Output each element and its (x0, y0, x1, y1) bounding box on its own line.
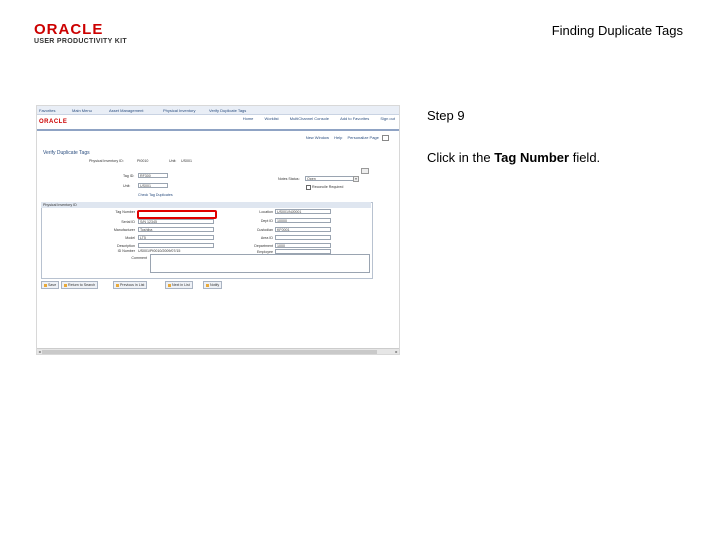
reconcile-label: Reconcile Required (312, 185, 344, 189)
notes-status-select[interactable]: Open (305, 176, 357, 181)
inv-id-value: PI0010 (137, 159, 149, 163)
scrollbar-thumb[interactable] (42, 349, 377, 354)
unit-field[interactable]: US001 (138, 183, 168, 188)
step-instruction: Click in the Tag Number field. (427, 150, 600, 165)
model-field[interactable]: LT5 (138, 235, 214, 240)
new-window-link[interactable]: New Window (306, 135, 329, 140)
top-link[interactable]: Sign out (380, 116, 395, 121)
field-label: Model (125, 236, 135, 240)
tag-id-field[interactable]: RF300 (138, 173, 168, 178)
oracle-upk-logo: ORACLE USER PRODUCTIVITY KIT (34, 22, 127, 45)
comment-label: Comment (131, 256, 147, 260)
previous-in-list-button[interactable]: Previous in List (113, 281, 148, 289)
notify-icon (206, 283, 209, 287)
inv-id-label: Physical Inventory ID: (89, 159, 124, 163)
collapse-button[interactable] (361, 168, 369, 174)
instruction-prefix: Click in the (427, 150, 495, 165)
id-number-value: US001/PI0010/2009/07/15 (138, 249, 181, 253)
return-icon (64, 283, 67, 287)
department-field[interactable]: 1000 (275, 243, 331, 248)
app-oracle-logo: ORACLE (39, 119, 68, 125)
next-label: Next in List (172, 283, 190, 287)
step-number: Step 9 (427, 108, 465, 123)
field-label: Tag Number (115, 210, 135, 214)
chevron-down-icon[interactable]: ▼ (353, 176, 359, 182)
field-label: Dept ID (260, 219, 273, 223)
reconcile-checkbox[interactable] (306, 185, 311, 190)
return-label: Return to Search (68, 283, 96, 287)
notes-status-label: Notes Status: (278, 177, 300, 181)
save-label: Save (48, 283, 57, 287)
field-label: Department (254, 244, 273, 248)
manufacturer-field[interactable]: Toshiba (138, 227, 214, 232)
instruction-bold: Tag Number (494, 150, 570, 165)
group-header: Physical Inventory ID (41, 202, 371, 208)
personalize-link[interactable]: Personalize Page (348, 135, 379, 140)
unit-label: Unit: (123, 184, 131, 188)
field-label: Location (259, 210, 273, 214)
field-label: ID Number (117, 249, 135, 253)
page-icon[interactable] (382, 135, 389, 141)
app-header: ORACLE Home Worklist MultiChannel Consol… (37, 115, 399, 131)
dept-id-field[interactable]: 10000 (275, 218, 331, 223)
save-button[interactable]: Save (41, 281, 60, 289)
custodian-field[interactable]: KF0001 (275, 227, 331, 232)
nav-tab[interactable]: Main Menu (72, 108, 92, 113)
help-link[interactable]: Help (334, 135, 342, 140)
return-to-search-button[interactable]: Return to Search (61, 281, 99, 289)
page-sub-links: New Window Help Personalize Page (302, 135, 389, 141)
save-icon (44, 283, 47, 287)
area-id-field[interactable] (275, 235, 331, 240)
comment-textarea[interactable] (150, 254, 370, 273)
field-label: Custodian (256, 228, 273, 232)
field-label: Area ID (260, 236, 273, 240)
breadcrumb-nav: Favorites Main Menu Asset Management Phy… (37, 106, 399, 115)
top-links: Home Worklist MultiChannel Console Add t… (233, 116, 395, 121)
run-value: US001 (181, 159, 192, 163)
instruction-suffix: field. (569, 150, 601, 165)
top-link[interactable]: MultiChannel Console (290, 116, 329, 121)
horizontal-scrollbar[interactable]: ◂ ▸ (37, 348, 399, 354)
nav-tab[interactable]: Physical Inventory (163, 108, 195, 113)
group-title: Physical Inventory ID (43, 202, 77, 207)
page-title: Verify Duplicate Tags (43, 150, 90, 156)
document-title: Finding Duplicate Tags (551, 23, 683, 38)
application-screenshot: Favorites Main Menu Asset Management Phy… (36, 105, 400, 355)
field-label: Serial ID (121, 220, 135, 224)
field-label: Manufacturer (113, 228, 135, 232)
notify-label: Notify (210, 283, 220, 287)
top-link[interactable]: Worklist (265, 116, 279, 121)
scroll-right-icon[interactable]: ▸ (394, 349, 399, 354)
previous-icon (116, 283, 119, 287)
button-bar: Save Return to Search Previous in List N… (41, 281, 251, 289)
location-field[interactable]: US001/NJ0001 (275, 209, 331, 214)
top-link[interactable]: Add to Favorites (340, 116, 369, 121)
nav-tab[interactable]: Asset Management (109, 108, 143, 113)
tag-id-label: Tag ID: (123, 174, 135, 178)
nav-tab[interactable]: Verify Duplicate Tags (209, 108, 246, 113)
next-icon (168, 283, 171, 287)
description-field[interactable] (138, 243, 214, 248)
top-link[interactable]: Home (243, 116, 254, 121)
serial-id-field[interactable]: S/N 12345 (138, 219, 214, 224)
oracle-brand: ORACLE (34, 21, 104, 38)
notify-button[interactable]: Notify (203, 281, 223, 289)
field-label: Description (117, 244, 135, 248)
check-duplicates-link[interactable]: Check Tag Duplicates (138, 193, 173, 197)
tag-number-field[interactable] (137, 210, 217, 219)
nav-tab[interactable]: Favorites (39, 108, 55, 113)
run-label: Unit: (169, 159, 177, 163)
upk-subtitle: USER PRODUCTIVITY KIT (34, 38, 127, 45)
next-in-list-button[interactable]: Next in List (165, 281, 193, 289)
previous-label: Previous in List (120, 283, 145, 287)
